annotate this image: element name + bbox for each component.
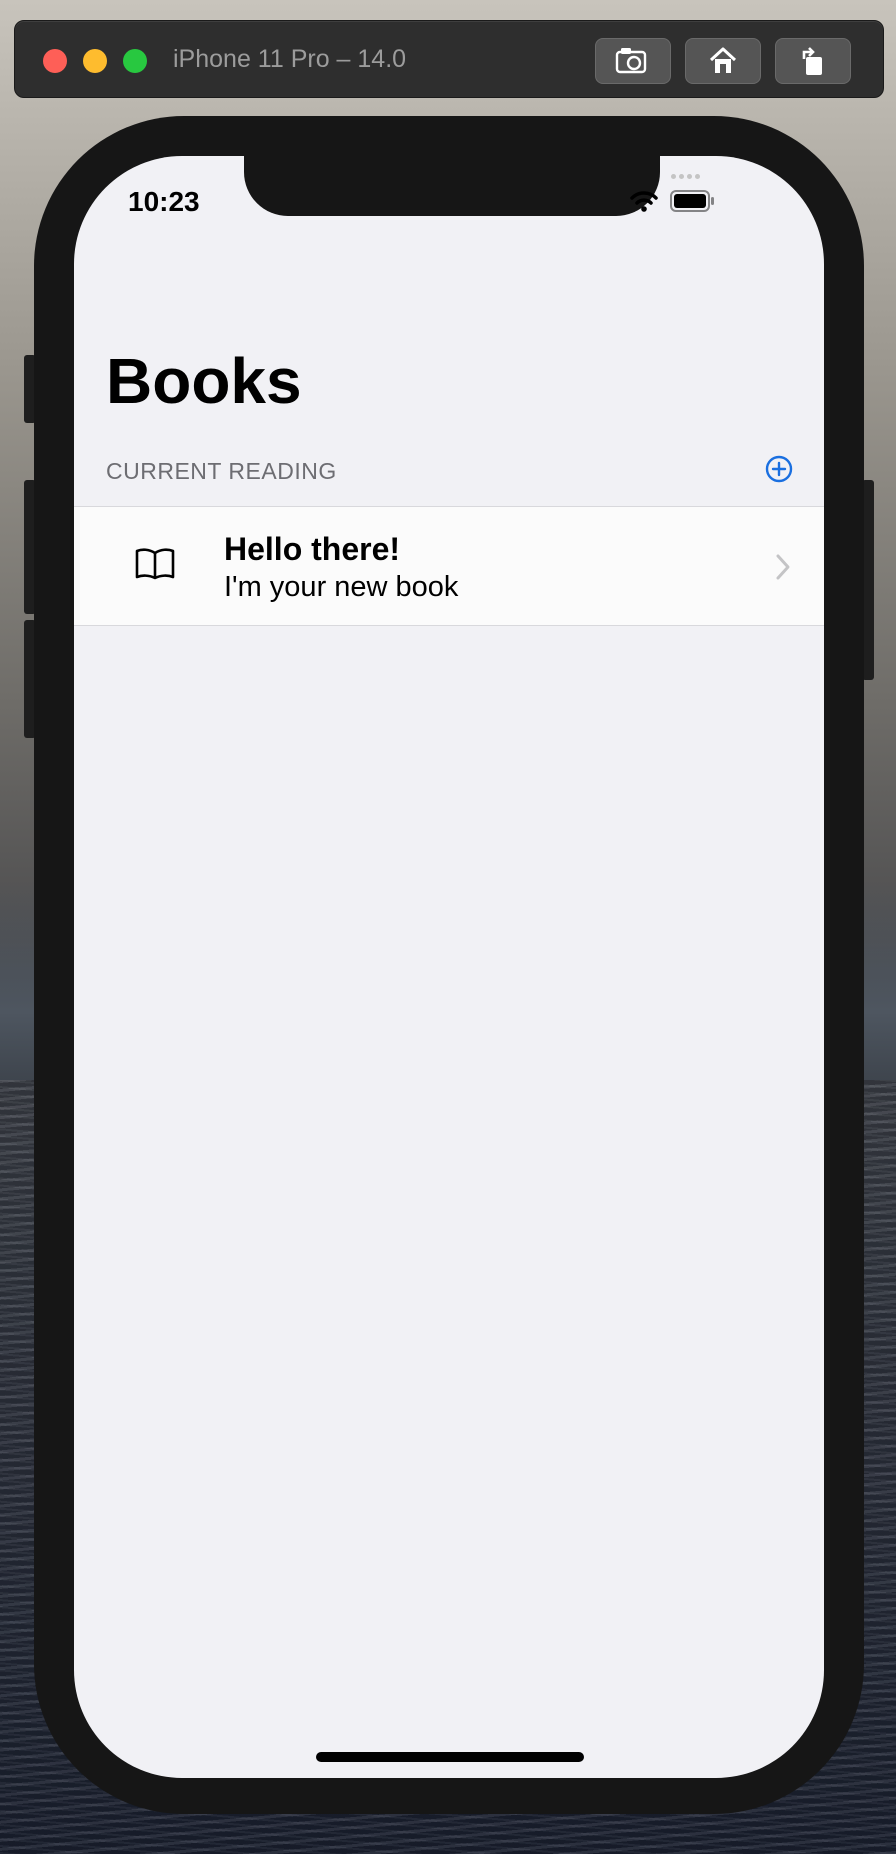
chevron-right-icon [776, 554, 790, 580]
simulator-title: iPhone 11 Pro – 14.0 [173, 45, 407, 73]
book-title: Hello there! [224, 531, 401, 567]
simulator-toolbar: iPhone 11 Pro – 14.0 [14, 20, 884, 98]
home-icon [709, 47, 737, 73]
rotate-icon [802, 47, 822, 75]
book-subtitle: I'm your new book [224, 571, 459, 603]
battery-icon [670, 190, 714, 212]
screenshot-button[interactable] [595, 38, 671, 84]
section-header: CURRENT READING [106, 458, 337, 484]
signal-dots-icon [668, 166, 700, 184]
close-window-button[interactable] [43, 49, 67, 73]
home-indicator [316, 1752, 584, 1762]
screenshot-icon [615, 48, 647, 74]
notch [244, 156, 660, 216]
status-time: 10:23 [128, 186, 200, 217]
list-item[interactable]: Hello there! I'm your new book [74, 506, 824, 626]
wifi-icon [630, 191, 658, 212]
zoom-window-button[interactable] [123, 49, 147, 73]
phone-screen: 10:23 Books CURRENT READING Hello there!… [74, 156, 824, 1778]
minimize-window-button[interactable] [83, 49, 107, 73]
page-title: Books [106, 345, 302, 417]
rotate-button[interactable] [775, 38, 851, 84]
plus-circle-icon [765, 455, 793, 483]
add-book-button[interactable] [764, 454, 794, 484]
home-button[interactable] [685, 38, 761, 84]
book-icon [135, 548, 175, 580]
